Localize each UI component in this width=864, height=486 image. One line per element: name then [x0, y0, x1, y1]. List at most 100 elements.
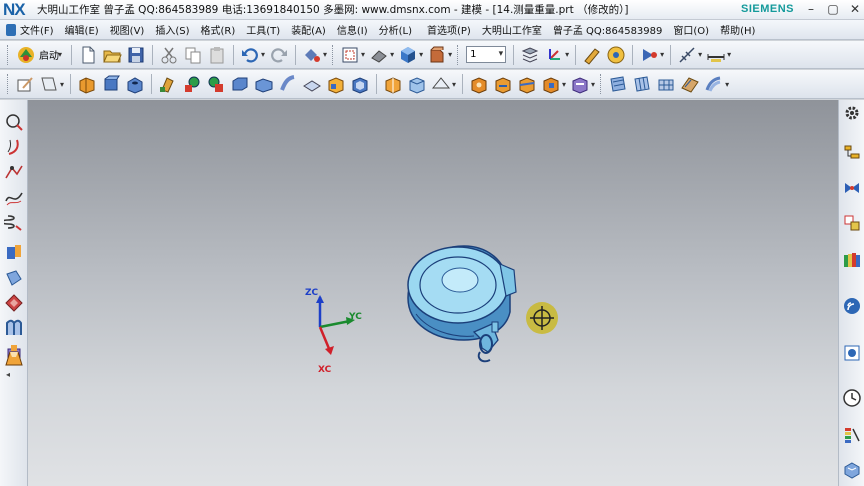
dimension-button[interactable]: [676, 44, 698, 66]
menu-help[interactable]: 帮助(H): [720, 22, 755, 37]
draft-button[interactable]: [430, 73, 452, 95]
render-style-button[interactable]: [368, 44, 390, 66]
menu-view[interactable]: 视图(V): [110, 22, 145, 37]
thicken-button[interactable]: [301, 73, 323, 95]
through-mesh-button[interactable]: [4, 318, 24, 338]
edge-blend-button[interactable]: [382, 73, 404, 95]
reuse-library-button[interactable]: [842, 250, 862, 270]
history-button[interactable]: [842, 343, 862, 363]
extrude-button[interactable]: [76, 73, 98, 95]
pad-button[interactable]: [205, 73, 227, 95]
bounded-plane-button[interactable]: [679, 73, 701, 95]
menu-analysis[interactable]: 分析(L): [379, 22, 412, 37]
arc-curve-button[interactable]: [4, 137, 24, 157]
face-blend-button[interactable]: [468, 73, 490, 95]
fit-view-button[interactable]: [339, 44, 361, 66]
menu-file[interactable]: 文件(F): [20, 22, 54, 37]
sweep-button[interactable]: [277, 73, 299, 95]
cut-button[interactable]: [158, 44, 180, 66]
tape-measure-model[interactable]: [402, 240, 532, 365]
menu-insert[interactable]: 插入(S): [155, 22, 189, 37]
close-button[interactable]: ✕: [848, 2, 862, 17]
helix-button[interactable]: [1, 212, 24, 232]
pocket-button[interactable]: [181, 73, 203, 95]
subtract-button[interactable]: [569, 73, 591, 95]
layer-settings-button[interactable]: [519, 44, 541, 66]
snap-view-button[interactable]: [581, 44, 603, 66]
n-sided-surface-button[interactable]: [703, 73, 725, 95]
menu-format[interactable]: 格式(R): [201, 22, 236, 37]
sketch-button[interactable]: [14, 73, 36, 95]
command-finder-icon: [305, 48, 321, 62]
menu-bar: 文件(F) 编辑(E) 视图(V) 插入(S) 格式(R) 工具(T) 装配(A…: [0, 20, 864, 40]
surface-mesh-button[interactable]: [631, 73, 653, 95]
yc-axis: [319, 319, 351, 329]
revolve-icon: [104, 75, 120, 91]
assembly-navigator-button[interactable]: [842, 142, 862, 162]
spline-button[interactable]: [4, 187, 24, 207]
unite-button[interactable]: [540, 73, 562, 95]
help-button[interactable]: [605, 44, 627, 66]
selection-filter-combo[interactable]: 1: [466, 46, 507, 63]
motion-button[interactable]: [638, 44, 660, 66]
graphics-window[interactable]: ZC YC XC: [28, 100, 838, 486]
system-materials-button[interactable]: [842, 460, 862, 480]
menu-window[interactable]: 窗口(O): [673, 22, 709, 37]
shell-button[interactable]: [349, 73, 371, 95]
minimize-button[interactable]: –: [804, 2, 818, 17]
redo-button[interactable]: [268, 44, 290, 66]
ruled-surface-button[interactable]: [655, 73, 677, 95]
extrude-body-icon: [7, 245, 21, 259]
circle-curve-button[interactable]: [4, 112, 24, 132]
chamfer-button[interactable]: [406, 73, 428, 95]
datum-plane-button[interactable]: [38, 73, 60, 95]
command-finder-button[interactable]: [301, 44, 323, 66]
revolve-button[interactable]: [100, 73, 122, 95]
frustum-button[interactable]: [4, 348, 24, 368]
menu-tools[interactable]: 工具(T): [246, 22, 280, 37]
offset-face-button[interactable]: [325, 73, 347, 95]
new-file-button[interactable]: [77, 44, 99, 66]
extrude-body-button[interactable]: [4, 242, 24, 262]
toolbar-grip[interactable]: [7, 44, 10, 65]
clock-button[interactable]: [842, 388, 862, 408]
surface-patch-button[interactable]: [4, 268, 24, 288]
render-style-icon: [371, 49, 387, 63]
orient-view-button[interactable]: [426, 44, 448, 66]
bend-face-button[interactable]: [4, 293, 24, 313]
menu-edit[interactable]: 编辑(E): [65, 22, 99, 37]
slot-button[interactable]: [229, 73, 251, 95]
split-body-button[interactable]: [516, 73, 538, 95]
menu-preferences[interactable]: 首选项(P): [427, 22, 471, 37]
maximize-button[interactable]: ▢: [826, 2, 840, 17]
wcs-button[interactable]: [543, 44, 565, 66]
copy-button[interactable]: [182, 44, 204, 66]
trim-body-button[interactable]: [492, 73, 514, 95]
menu-assembly[interactable]: 装配(A): [291, 22, 326, 37]
offset-face-icon: [328, 77, 344, 94]
undo-button[interactable]: [239, 44, 261, 66]
through-curves-button[interactable]: [607, 73, 629, 95]
menu-information[interactable]: 信息(I): [337, 22, 368, 37]
groove-button[interactable]: [253, 73, 275, 95]
sketch-icon: [17, 77, 33, 92]
boss-button[interactable]: [157, 73, 179, 95]
constraint-navigator-button[interactable]: [842, 178, 862, 198]
n-sided-surface-icon: [705, 76, 721, 92]
line-curve-button[interactable]: [4, 162, 24, 182]
paste-button[interactable]: [206, 44, 228, 66]
part-navigator-button[interactable]: [842, 213, 862, 233]
hole-button[interactable]: [124, 73, 146, 95]
settings-button[interactable]: [842, 103, 862, 123]
menu-studio[interactable]: 大明山工作室: [482, 22, 542, 37]
open-button[interactable]: [101, 44, 123, 66]
web-browser-button[interactable]: [842, 296, 862, 316]
menu-author[interactable]: 曾子孟 QQ:864583989: [553, 22, 663, 37]
menu-app-icon[interactable]: [6, 23, 16, 36]
left-toolbar-collapse[interactable]: ◂: [6, 370, 10, 379]
start-button[interactable]: 启动 ▾: [13, 44, 67, 66]
measure-button[interactable]: [705, 44, 727, 66]
shaded-view-button[interactable]: [397, 44, 419, 66]
palette-button[interactable]: [842, 425, 862, 445]
save-button[interactable]: [125, 44, 147, 66]
